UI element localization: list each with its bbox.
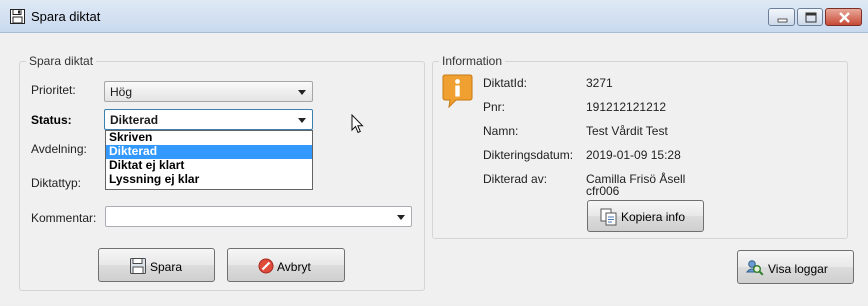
spara-button-label: Spara: [150, 260, 183, 274]
maximize-icon: [805, 12, 817, 23]
info-value-dikterad-av-id: cfr006: [586, 184, 620, 198]
spara-button[interactable]: Spara: [98, 248, 215, 282]
info-label-dikteringsdatum: Dikteringsdatum:: [483, 148, 574, 162]
info-value-pnr: 191212121212: [586, 100, 667, 114]
diktattyp-label: Diktattyp:: [31, 176, 82, 190]
prioritet-value: Hög: [110, 85, 133, 99]
kopiera-info-button[interactable]: Kopiera info: [587, 200, 704, 232]
avdelning-label: Avdelning:: [31, 142, 87, 156]
status-option-selected[interactable]: Dikterad: [106, 145, 312, 159]
copy-icon: [600, 208, 617, 226]
status-dropdown-list[interactable]: Skriven Dikterad Diktat ej klart Lyssnin…: [105, 130, 313, 190]
prioritet-select[interactable]: Hög: [104, 81, 313, 102]
save-icon: [10, 9, 25, 24]
close-icon: [839, 12, 850, 23]
status-option[interactable]: Diktat ej klart: [106, 159, 312, 173]
save-icon: [130, 258, 146, 274]
mouse-cursor-icon: [351, 114, 364, 134]
status-option[interactable]: Skriven: [106, 131, 312, 145]
info-value-dikteringsdatum: 2019-01-09 15:28: [586, 148, 681, 162]
minimize-button[interactable]: [768, 8, 795, 26]
window-title: Spara diktat: [31, 9, 101, 24]
status-label: Status:: [31, 113, 72, 127]
status-select[interactable]: Dikterad: [104, 109, 313, 130]
info-value-diktatid: 3271: [586, 76, 613, 90]
info-label-diktatid: DiktatId:: [483, 76, 528, 90]
search-user-icon: [746, 260, 764, 276]
prioritet-label: Prioritet:: [31, 83, 76, 97]
group-title: Information: [439, 54, 506, 68]
avbryt-button[interactable]: Avbryt: [227, 248, 345, 282]
kommentar-label: Kommentar:: [31, 211, 97, 225]
close-button[interactable]: [825, 8, 862, 26]
cancel-icon: [258, 258, 274, 274]
info-icon: [442, 74, 473, 108]
info-label-namn: Namn:: [483, 124, 519, 138]
info-label-dikterad-av: Dikterad av:: [483, 172, 548, 186]
chevron-down-icon: [397, 215, 405, 220]
visa-loggar-button-label: Visa loggar: [768, 262, 828, 276]
dialog-window: Spara diktat Spara diktat Prioritet: Hög…: [0, 0, 868, 306]
maximize-button[interactable]: [797, 8, 823, 26]
group-title: Spara diktat: [26, 54, 97, 68]
status-option[interactable]: Lyssning ej klar: [106, 173, 312, 187]
chevron-down-icon: [298, 118, 306, 123]
kopiera-info-button-label: Kopiera info: [621, 210, 686, 224]
avbryt-button-label: Avbryt: [277, 260, 311, 274]
title-bar[interactable]: Spara diktat: [0, 0, 868, 33]
kommentar-combo[interactable]: [105, 206, 412, 227]
info-value-namn: Test Vårdit Test: [586, 124, 668, 138]
status-value: Dikterad: [110, 113, 159, 127]
visa-loggar-button[interactable]: Visa loggar: [737, 250, 854, 284]
info-label-pnr: Pnr:: [483, 100, 506, 114]
chevron-down-icon: [298, 90, 306, 95]
minimize-icon: [777, 18, 788, 23]
